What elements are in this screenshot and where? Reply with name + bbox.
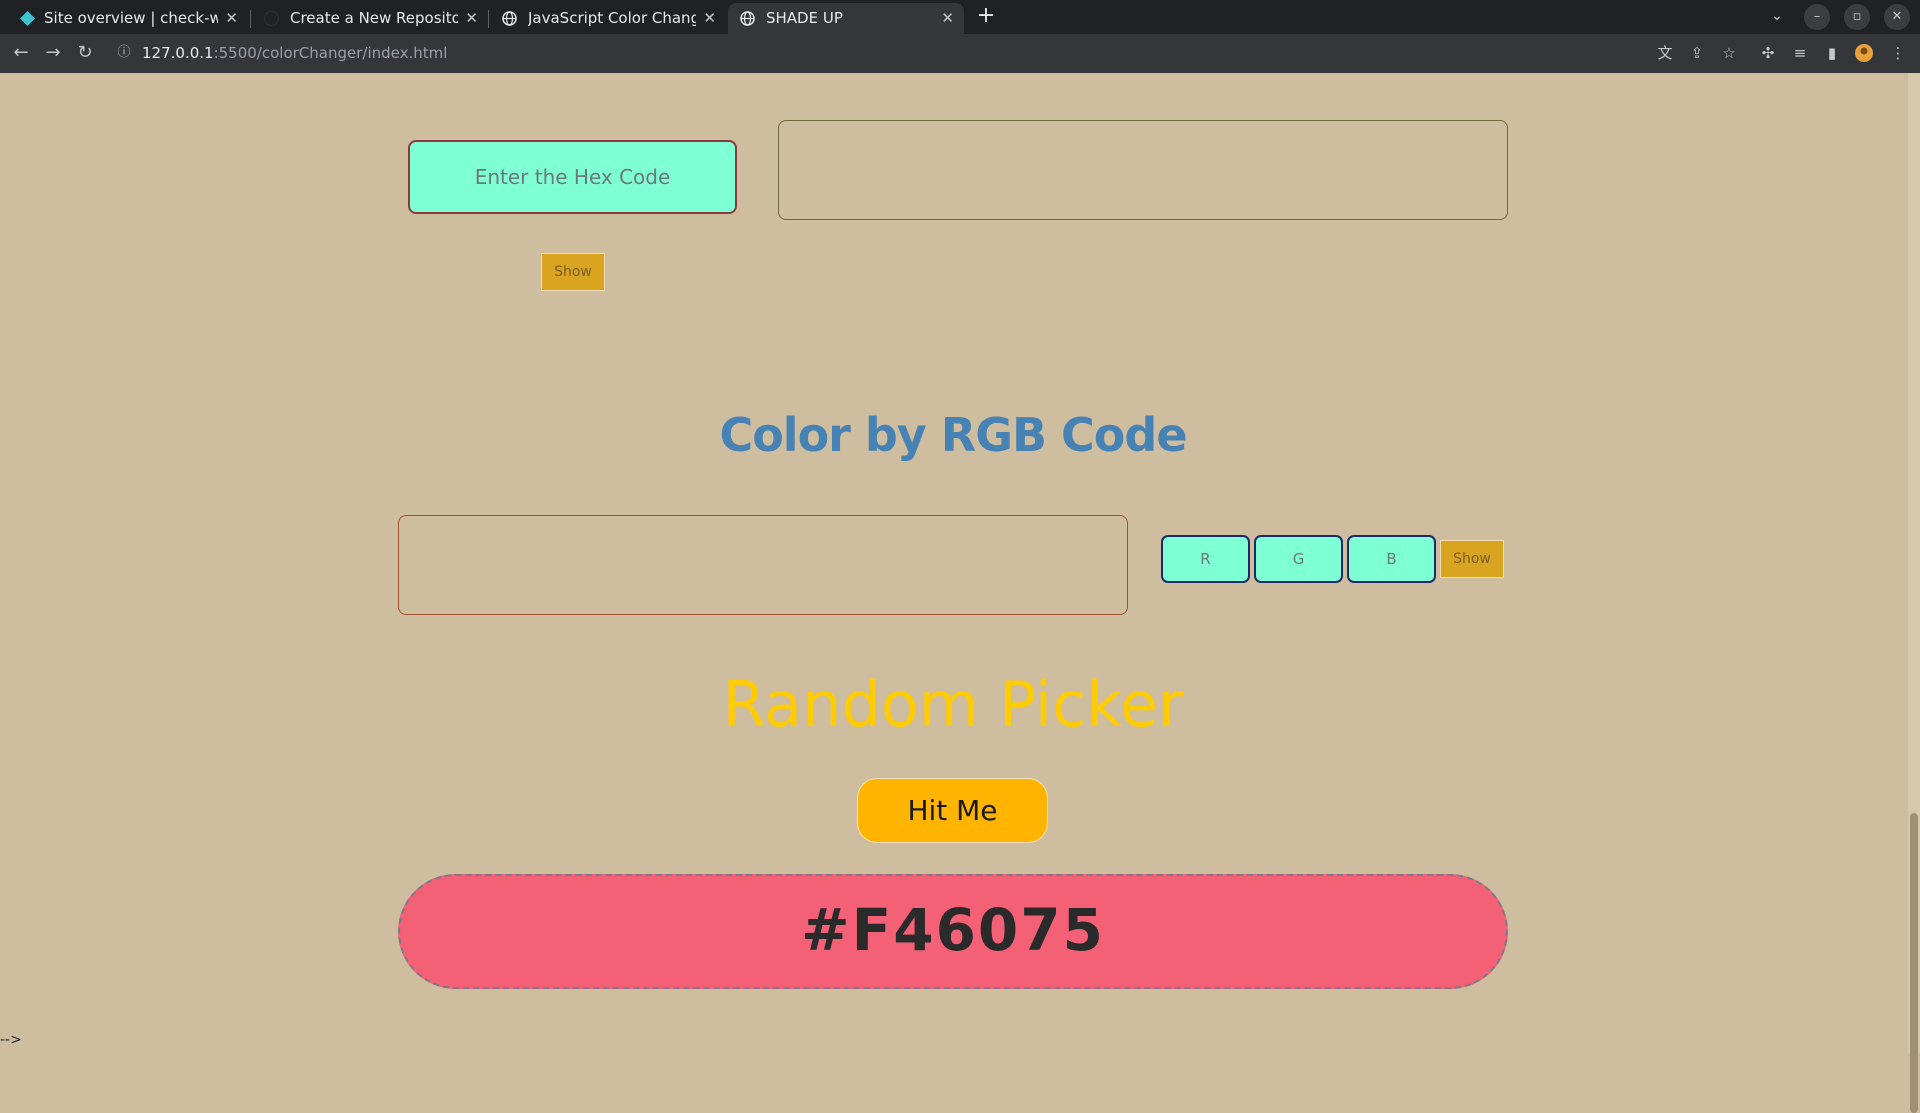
hex-color-preview xyxy=(778,120,1508,220)
tab-title: Create a New Repository xyxy=(290,9,458,27)
hit-me-button[interactable]: Hit Me xyxy=(857,778,1048,843)
browser-toolbar: ← → ↻ ⓘ 127.0.0.1:5500/colorChanger/inde… xyxy=(0,34,1920,73)
close-window-icon[interactable]: ✕ xyxy=(1884,4,1910,30)
tab-strip: Site overview | check-wea ✕ Create a New… xyxy=(0,0,1920,34)
scrollbar[interactable] xyxy=(1908,73,1920,1113)
tab-create-repository[interactable]: Create a New Repository ✕ xyxy=(252,3,488,34)
tab-title: JavaScript Color Changin xyxy=(528,9,696,27)
random-color-result: #F46075 xyxy=(398,874,1508,989)
github-icon xyxy=(264,11,279,26)
url-path: :5500/colorChanger/index.html xyxy=(213,44,448,62)
globe-icon xyxy=(502,11,517,26)
tab-separator xyxy=(250,10,251,28)
scrollbar-thumb[interactable] xyxy=(1910,813,1918,1113)
tab-search-icon[interactable]: ⌄ xyxy=(1765,4,1789,28)
reload-icon[interactable]: ↻ xyxy=(73,41,97,65)
browser-chrome: Site overview | check-wea ✕ Create a New… xyxy=(0,0,1920,73)
b-input[interactable]: B xyxy=(1347,535,1436,583)
close-icon[interactable]: ✕ xyxy=(225,3,238,34)
tab-javascript-color[interactable]: JavaScript Color Changin ✕ xyxy=(490,3,726,34)
random-section-heading: Random Picker xyxy=(722,668,1184,741)
restore-icon[interactable]: ▫ xyxy=(1844,4,1870,30)
page-content: Enter the Hex Code Show Color by RGB Cod… xyxy=(0,73,1920,1053)
tab-title: SHADE UP xyxy=(766,9,843,27)
hex-show-button[interactable]: Show xyxy=(541,253,605,291)
back-icon[interactable]: ← xyxy=(9,41,33,65)
g-input[interactable]: G xyxy=(1254,535,1343,583)
forward-icon[interactable]: → xyxy=(41,41,65,65)
minimize-icon[interactable]: – xyxy=(1804,4,1830,30)
share-icon[interactable]: ⇪ xyxy=(1687,43,1707,63)
avatar[interactable] xyxy=(1854,43,1874,63)
menu-icon[interactable]: ⋮ xyxy=(1888,43,1908,63)
globe-icon xyxy=(740,11,755,26)
rgb-show-button[interactable]: Show xyxy=(1440,540,1504,578)
close-icon[interactable]: ✕ xyxy=(703,3,716,34)
address-bar[interactable]: 127.0.0.1:5500/colorChanger/index.html xyxy=(142,43,447,63)
translate-icon[interactable]: 文 xyxy=(1655,43,1675,63)
tab-site-overview[interactable]: Site overview | check-wea ✕ xyxy=(8,3,248,34)
tab-title: Site overview | check-wea xyxy=(44,9,218,27)
url-host: 127.0.0.1 xyxy=(142,44,214,62)
close-icon[interactable]: ✕ xyxy=(465,3,478,34)
tab-shade-up[interactable]: SHADE UP ✕ xyxy=(728,3,964,34)
info-icon[interactable]: ⓘ xyxy=(114,43,134,63)
tab-separator xyxy=(488,10,489,28)
close-icon[interactable]: ✕ xyxy=(941,3,954,34)
diamond-icon xyxy=(20,11,35,26)
star-icon[interactable]: ☆ xyxy=(1719,43,1739,63)
rgb-color-preview xyxy=(398,515,1128,615)
extensions-icon[interactable]: ✣ xyxy=(1758,43,1778,63)
side-panel-icon[interactable]: ▮ xyxy=(1822,43,1842,63)
media-icon[interactable]: ≡ xyxy=(1790,43,1810,63)
stray-text: --> xyxy=(0,1032,22,1048)
hex-code-input[interactable]: Enter the Hex Code xyxy=(408,140,737,214)
rgb-section-heading: Color by RGB Code xyxy=(719,408,1187,462)
new-tab-icon[interactable]: + xyxy=(974,4,998,28)
r-input[interactable]: R xyxy=(1161,535,1250,583)
